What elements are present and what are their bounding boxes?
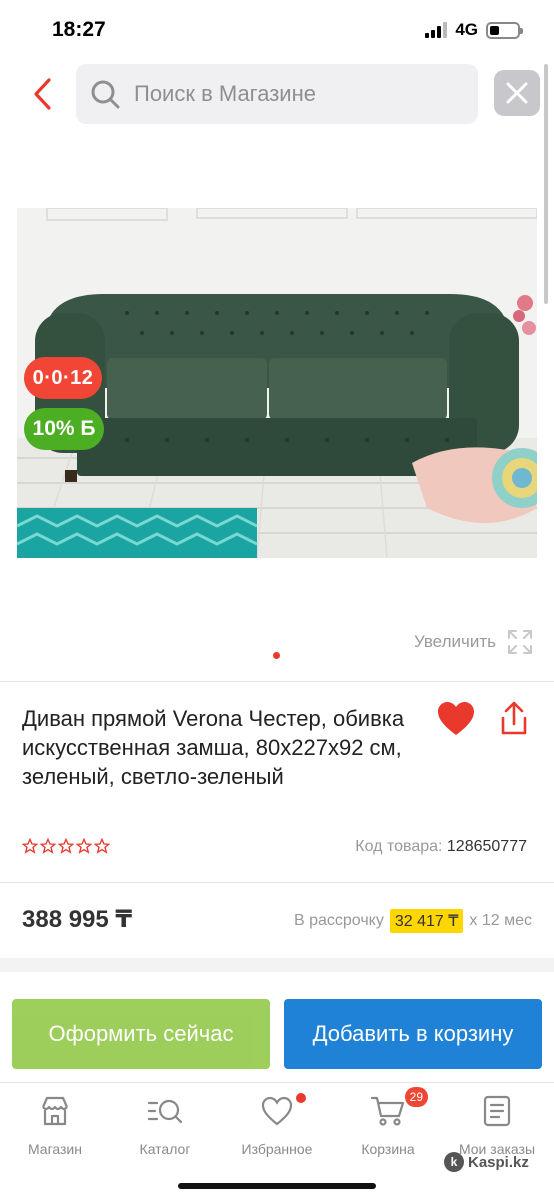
search-placeholder: Поиск в Магазине: [134, 81, 316, 106]
installment-term: x 12 мес: [469, 912, 532, 929]
star-outline-icon: [22, 838, 38, 854]
search-icon: [91, 80, 120, 109]
cart-count-badge: 29: [404, 1087, 428, 1107]
scroll-indicator[interactable]: [544, 64, 548, 304]
star-outline-icon: [76, 838, 92, 854]
share-icon: [501, 701, 527, 735]
product-code-value: 128650777: [446, 838, 527, 855]
battery-icon: [486, 21, 523, 39]
installment-info[interactable]: В рассрочку 32 417 ₸ x 12 мес: [294, 909, 532, 933]
kaspi-logo-icon: k: [444, 1152, 464, 1172]
home-indicator[interactable]: [178, 1183, 376, 1189]
back-button[interactable]: [22, 72, 62, 116]
section-separator: [0, 958, 554, 972]
tab-orders[interactable]: Мои заказы: [442, 1093, 552, 1157]
watermark: k Kaspi.kz: [444, 1152, 529, 1172]
product-code-label: Код товара:: [355, 838, 443, 855]
catalog-search-icon: [146, 1093, 184, 1129]
orders-icon: [482, 1093, 512, 1129]
heart-outline-icon: [260, 1093, 306, 1129]
chevron-left-icon: [34, 78, 51, 110]
buy-now-button[interactable]: Оформить сейчас: [12, 999, 270, 1069]
tab-store[interactable]: Магазин: [0, 1093, 110, 1157]
bonus-badge-value: 10%: [32, 417, 75, 440]
installment-prefix: В рассрочку: [293, 912, 384, 929]
network-type: 4G: [455, 20, 478, 39]
close-icon: [506, 82, 528, 104]
zoom-label: Увеличить: [414, 632, 496, 651]
status-icons: 4G: [425, 20, 523, 40]
expand-icon: [508, 630, 532, 654]
store-icon: [38, 1093, 72, 1129]
divider: [0, 681, 554, 682]
product-price: 388 995 ₸: [22, 906, 133, 933]
cart-icon: 29: [370, 1087, 428, 1129]
watermark-text: Kaspi.kz: [468, 1153, 529, 1171]
tab-cart[interactable]: 29 Корзина: [333, 1087, 443, 1157]
product-code: Код товара: 128650777: [355, 838, 527, 856]
search-input[interactable]: Поиск в Магазине: [76, 64, 478, 124]
installment-badge: 0·0·12: [24, 357, 102, 399]
tab-label: Корзина: [361, 1141, 415, 1157]
star-outline-icon: [94, 838, 110, 854]
favorite-button[interactable]: [436, 700, 476, 740]
product-title: Диван прямой Verona Честер, обивка искус…: [22, 706, 405, 789]
bonus-badge-symbol: Б: [80, 417, 96, 440]
tab-label: Магазин: [27, 1141, 82, 1157]
divider: [0, 882, 554, 883]
tab-catalog[interactable]: Каталог: [110, 1093, 220, 1157]
heart-filled-icon: [438, 702, 474, 735]
carousel-page-indicator: [273, 652, 280, 659]
close-button[interactable]: [494, 70, 540, 116]
status-bar: 18:27 4G: [0, 0, 554, 60]
tab-favorites[interactable]: Избранное: [222, 1093, 332, 1157]
star-outline-icon: [58, 838, 74, 854]
add-to-cart-button[interactable]: Добавить в корзину: [284, 999, 542, 1069]
bonus-badge: 10% Б: [24, 408, 104, 450]
notification-dot: [296, 1093, 306, 1103]
top-bar: Поиск в Магазине: [0, 62, 554, 126]
zoom-button[interactable]: Увеличить: [414, 628, 534, 656]
signal-icon: [425, 22, 448, 38]
installment-amount: 32 417 ₸: [389, 909, 464, 933]
share-button[interactable]: [496, 700, 534, 740]
tab-label: Каталог: [139, 1141, 191, 1157]
star-outline-icon: [40, 838, 56, 854]
rating-stars: [22, 838, 110, 854]
tab-label: Избранное: [241, 1141, 313, 1157]
status-time: 18:27: [52, 18, 106, 41]
